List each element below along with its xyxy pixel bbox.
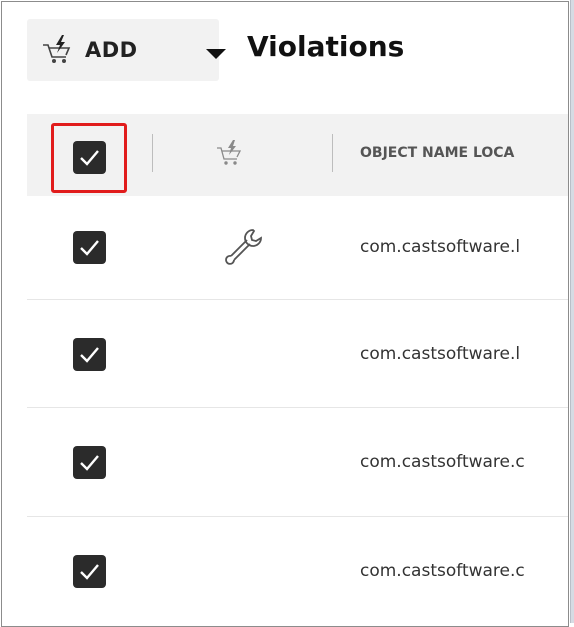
object-name-cell[interactable]: com.castsoftware.c — [360, 452, 568, 472]
row-divider — [27, 299, 568, 300]
row-checkbox[interactable] — [73, 338, 106, 371]
window-frame — [1, 1, 569, 627]
object-name-cell[interactable]: com.castsoftware.l — [360, 237, 568, 257]
object-name-cell[interactable]: com.castsoftware.l — [360, 344, 568, 364]
row-divider — [27, 407, 568, 408]
caret-down-icon[interactable] — [205, 48, 227, 60]
row-divider — [27, 516, 568, 517]
highlight-box — [51, 123, 127, 193]
row-checkbox[interactable] — [73, 231, 106, 264]
checkmark-icon — [80, 455, 99, 471]
wrench-icon[interactable] — [223, 226, 265, 268]
column-divider[interactable] — [332, 134, 333, 172]
row-checkbox[interactable] — [73, 446, 106, 479]
cart-lightning-icon — [217, 140, 242, 165]
checkmark-icon — [80, 564, 99, 580]
column-header-object-name[interactable]: OBJECT NAME LOCA — [360, 145, 568, 161]
checkmark-icon — [80, 240, 99, 256]
checkmark-icon — [80, 347, 99, 363]
add-button[interactable]: ADD — [27, 19, 226, 81]
column-divider[interactable] — [152, 134, 153, 172]
cart-lightning-icon — [43, 35, 71, 63]
object-name-cell[interactable]: com.castsoftware.c — [360, 561, 568, 581]
row-checkbox[interactable] — [73, 555, 106, 588]
scrollbar-edge[interactable] — [570, 0, 574, 623]
page-title: Violations — [247, 30, 405, 63]
add-button-label: ADD — [85, 38, 138, 62]
